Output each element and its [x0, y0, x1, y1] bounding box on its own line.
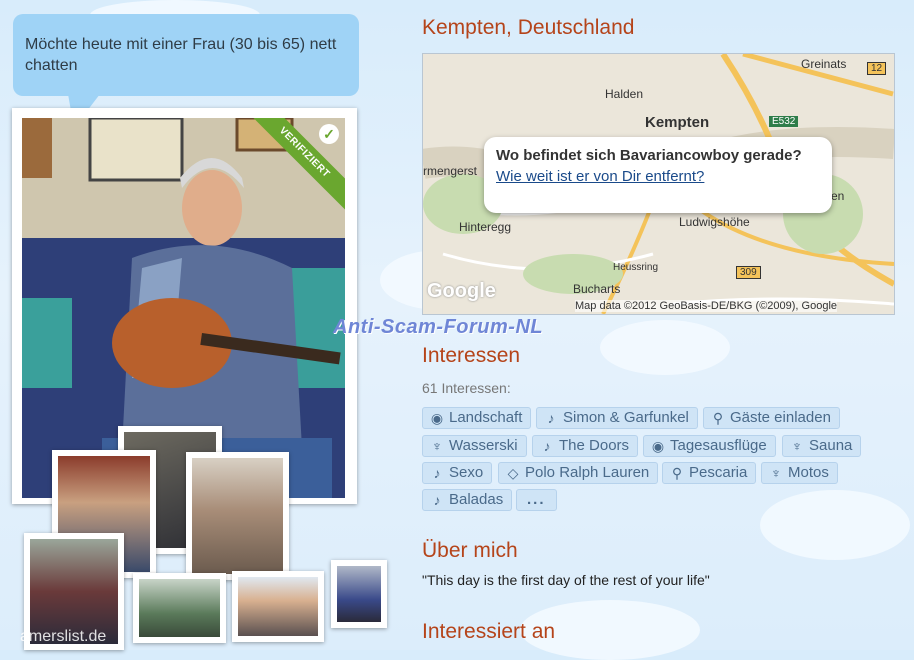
distance-link[interactable]: Wie weit ist er von Dir entfernt?: [496, 168, 704, 185]
about-text: "This day is the first day of the rest o…: [422, 572, 710, 588]
interests-count: 61 Interessen:: [422, 380, 511, 396]
status-message-bubble: Möchte heute mit einer Frau (30 bis 65) …: [13, 14, 359, 96]
interest-tag[interactable]: ◉ Landschaft: [422, 407, 532, 429]
road-badge: 12: [867, 62, 887, 75]
photo-thumbnail[interactable]: [331, 560, 387, 628]
map-attribution: Map data ©2012 GeoBasis-DE/BKG (©2009), …: [575, 300, 838, 312]
about-title: Über mich: [422, 539, 518, 562]
interest-tag[interactable]: ♪ Baladas: [422, 489, 513, 511]
map-label: Heussring: [613, 262, 659, 273]
google-logo: Google: [427, 280, 496, 302]
map-label: Bucharts: [573, 282, 621, 296]
globe-icon: ◉: [651, 438, 665, 454]
interest-tag[interactable]: ♪ The Doors: [532, 435, 639, 457]
location-title: Kempten, Deutschland: [422, 16, 635, 39]
interested-in-title: Interessiert an: [422, 620, 556, 643]
guitar-icon: ⚲: [712, 410, 724, 426]
map-label: Hinteregg: [459, 220, 512, 234]
music-note-icon: ♪: [543, 438, 551, 454]
map-label: Halden: [605, 87, 644, 101]
interest-tag[interactable]: ♆ Sauna: [782, 435, 862, 457]
trophy-icon: ♆: [791, 438, 803, 454]
music-note-icon: ♪: [433, 492, 441, 508]
forum-watermark: Anti-Scam-Forum-NL: [333, 316, 544, 338]
map-label: Greinats: [801, 57, 847, 71]
interest-tag[interactable]: ⚲ Pescaria: [662, 462, 757, 484]
interest-tag[interactable]: ⚲ Gäste einladen: [703, 407, 840, 429]
guitar-icon: ⚲: [671, 465, 683, 481]
music-note-icon: ♪: [547, 410, 555, 426]
photo-thumbnail[interactable]: [186, 452, 289, 580]
more-interests-button[interactable]: ...: [516, 489, 557, 511]
site-watermark: amerslist.de: [20, 628, 107, 645]
trophy-icon: ♆: [770, 465, 782, 481]
photo-thumbnail[interactable]: [232, 571, 324, 642]
interest-tag[interactable]: ♪ Simon & Garfunkel: [536, 407, 698, 429]
map-label: Ludwigshöhe: [679, 215, 750, 229]
interests-title: Interessen: [422, 344, 521, 367]
status-message-text: Möchte heute mit einer Frau (30 bis 65) …: [25, 36, 337, 74]
interest-tag[interactable]: ◉ Tagesausflüge: [643, 435, 776, 457]
road-badge: 309: [736, 266, 761, 279]
map-label: Kempten: [645, 114, 710, 131]
diamond-icon: ◇: [507, 465, 519, 481]
interest-tag[interactable]: ♪ Sexo: [422, 462, 493, 484]
background-cloud: [600, 320, 730, 375]
map-label: rmengerst: [423, 164, 478, 178]
check-icon: ✓: [319, 124, 339, 144]
road-badge: E532: [769, 116, 799, 127]
map-label: en: [831, 189, 845, 203]
music-note-icon: ♪: [433, 465, 441, 481]
interest-tag[interactable]: ◇ Polo Ralph Lauren: [498, 462, 659, 484]
trophy-icon: ♆: [431, 438, 443, 454]
interest-tag[interactable]: ♆ Wasserski: [422, 435, 527, 457]
map-popup-question: Wo befindet sich Bavariancowboy gerade?: [496, 147, 802, 164]
map-popup: Wo befindet sich Bavariancowboy gerade? …: [484, 137, 832, 213]
globe-icon: ◉: [430, 410, 444, 426]
background-cloud: [760, 490, 910, 560]
interest-tag[interactable]: ♆ Motos: [761, 462, 838, 484]
photo-thumbnail[interactable]: [133, 573, 226, 643]
